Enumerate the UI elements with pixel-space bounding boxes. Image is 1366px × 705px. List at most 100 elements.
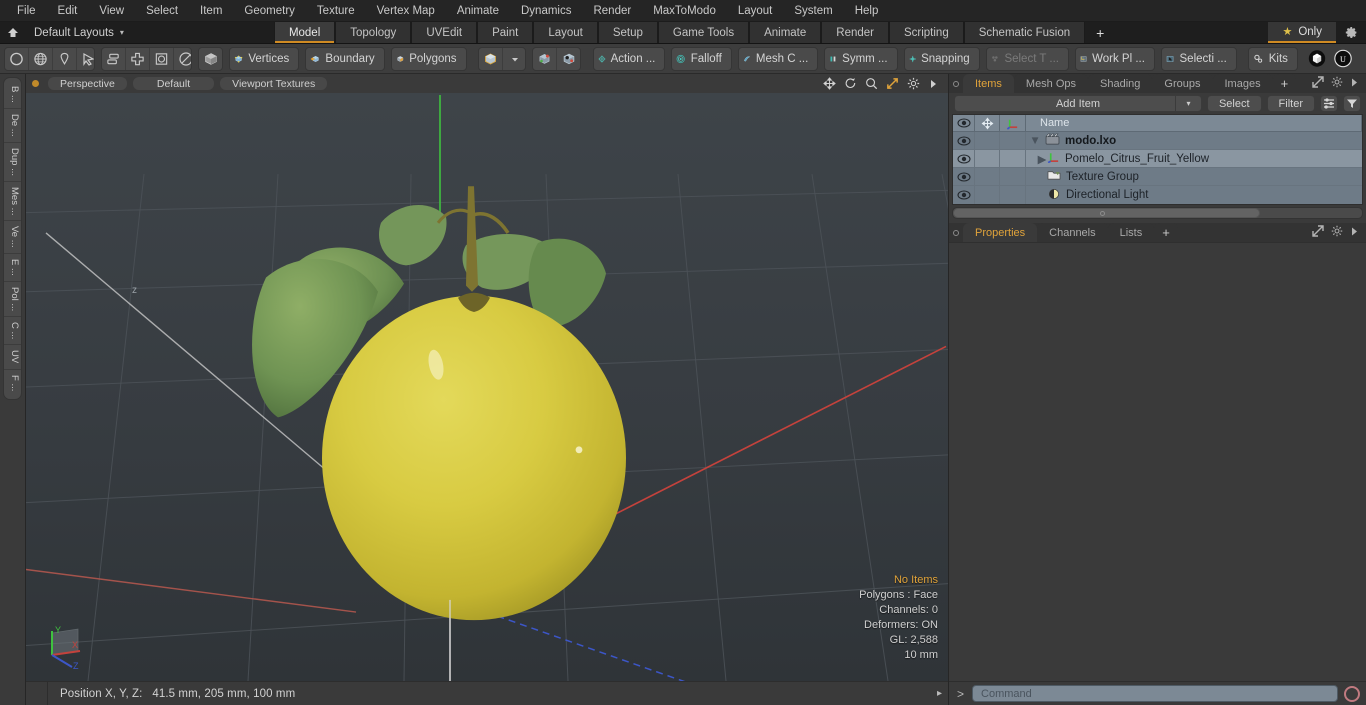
tab-animate[interactable]: Animate bbox=[749, 22, 822, 43]
globe-icon[interactable] bbox=[29, 47, 53, 70]
3d-viewport[interactable]: Y X Z z No Items Polygons : Face Channel… bbox=[26, 93, 948, 681]
chevron-right-icon[interactable] bbox=[1350, 226, 1359, 240]
menu-item-render[interactable]: Render bbox=[582, 0, 642, 22]
row-axis-cell[interactable] bbox=[1000, 150, 1026, 167]
cube-snap-b-icon[interactable] bbox=[557, 48, 581, 70]
expand-icon[interactable] bbox=[1312, 225, 1324, 240]
symmetry-button[interactable]: Symm ... bbox=[825, 48, 896, 70]
tab-groups[interactable]: Groups bbox=[1152, 74, 1213, 93]
add-layout-tab-button[interactable]: + bbox=[1085, 22, 1115, 43]
tab-setup[interactable]: Setup bbox=[597, 22, 658, 43]
default-layouts-dropdown[interactable]: Default Layouts ▾ bbox=[26, 22, 134, 43]
unity-cube-icon[interactable] bbox=[1304, 48, 1330, 70]
sidebar-tab-deform[interactable]: De ... bbox=[4, 109, 21, 143]
sidebar-tab-polygon[interactable]: Pol ... bbox=[4, 282, 21, 317]
row-lock-cell[interactable] bbox=[975, 168, 1000, 185]
funnel-icon[interactable] bbox=[1343, 95, 1361, 112]
tree-expander-icon[interactable]: ▼ bbox=[1029, 135, 1040, 147]
sidebar-tab-vertex[interactable]: Ve ... bbox=[4, 221, 21, 254]
properties-menu-dot[interactable] bbox=[949, 223, 963, 242]
table-row[interactable]: Texture Group bbox=[953, 168, 1362, 186]
work-plane-button[interactable]: Work Pl ... bbox=[1076, 48, 1154, 70]
expand-icon[interactable] bbox=[1312, 76, 1324, 91]
row-axis-cell[interactable] bbox=[1000, 186, 1026, 204]
row-name-cell[interactable]: Texture Group bbox=[1026, 168, 1362, 185]
tab-lists[interactable]: Lists bbox=[1107, 223, 1155, 242]
viewport-gear-icon[interactable] bbox=[907, 77, 920, 90]
mesh-constraint-button[interactable]: Mesh C ... bbox=[739, 48, 817, 70]
row-visibility-eye-icon[interactable] bbox=[953, 168, 975, 185]
sidebar-tab-uv[interactable]: UV bbox=[4, 345, 21, 370]
menu-item-help[interactable]: Help bbox=[844, 0, 890, 22]
square-circle-icon[interactable] bbox=[150, 47, 174, 70]
column-axis-icon[interactable] bbox=[1000, 115, 1026, 131]
gear-icon[interactable] bbox=[1331, 225, 1343, 240]
rotate-view-icon[interactable] bbox=[844, 77, 857, 90]
lasso-icon[interactable] bbox=[53, 47, 77, 70]
status-bar-expand-icon[interactable]: ▸ bbox=[937, 688, 948, 699]
select-through-button[interactable]: Select T ... bbox=[987, 48, 1068, 70]
tab-uvedit[interactable]: UVEdit bbox=[411, 22, 478, 43]
row-visibility-eye-icon[interactable] bbox=[953, 150, 975, 167]
polygons-mode-button[interactable]: Polygons bbox=[392, 48, 466, 70]
menu-item-animate[interactable]: Animate bbox=[446, 0, 510, 22]
table-row[interactable]: Directional Light bbox=[953, 186, 1362, 204]
panel-menu-dot[interactable] bbox=[949, 74, 963, 93]
viewport-view-mode-button[interactable]: Perspective bbox=[47, 76, 128, 91]
menu-item-layout[interactable]: Layout bbox=[727, 0, 784, 22]
tab-properties[interactable]: Properties bbox=[963, 223, 1038, 242]
sidebar-tab-curve[interactable]: C ... bbox=[4, 317, 21, 346]
tab-schematic-fusion[interactable]: Schematic Fusion bbox=[963, 22, 1086, 43]
zoom-view-icon[interactable] bbox=[865, 77, 878, 90]
row-axis-cell[interactable] bbox=[1000, 132, 1026, 149]
move-view-icon[interactable] bbox=[823, 77, 836, 90]
circle-icon[interactable] bbox=[5, 47, 29, 70]
chevron-right-icon[interactable] bbox=[928, 78, 938, 90]
tab-images[interactable]: Images bbox=[1212, 74, 1273, 93]
row-name-cell[interactable]: Directional Light bbox=[1026, 186, 1362, 204]
menu-item-file[interactable]: File bbox=[6, 0, 47, 22]
row-visibility-eye-icon[interactable] bbox=[953, 186, 975, 204]
gear-icon[interactable] bbox=[1336, 22, 1366, 43]
tab-scripting[interactable]: Scripting bbox=[888, 22, 964, 43]
row-lock-cell[interactable] bbox=[975, 150, 1000, 167]
tab-layout[interactable]: Layout bbox=[533, 22, 598, 43]
tab-game-tools[interactable]: Game Tools bbox=[657, 22, 750, 43]
menu-item-system[interactable]: System bbox=[783, 0, 843, 22]
table-row[interactable]: ▼ modo.lxo bbox=[953, 132, 1362, 150]
cross-icon[interactable] bbox=[126, 47, 150, 70]
table-row[interactable]: ▶ Pomelo_Citrus_Fruit_Yellow bbox=[953, 150, 1362, 168]
menu-item-view[interactable]: View bbox=[88, 0, 135, 22]
menu-item-edit[interactable]: Edit bbox=[47, 0, 89, 22]
home-icon[interactable] bbox=[0, 22, 26, 43]
boundary-mode-button[interactable]: Boundary bbox=[306, 48, 383, 70]
tab-shading[interactable]: Shading bbox=[1088, 74, 1153, 93]
viewport-menu-dot[interactable] bbox=[32, 80, 39, 87]
tree-expander-icon[interactable]: ▶ bbox=[1030, 152, 1047, 166]
chevron-down-icon[interactable] bbox=[503, 48, 525, 70]
cube-icon[interactable] bbox=[199, 48, 222, 70]
menu-item-geometry[interactable]: Geometry bbox=[233, 0, 306, 22]
list-options-icon[interactable] bbox=[1320, 95, 1338, 112]
gear-icon[interactable] bbox=[1331, 76, 1343, 91]
viewport-shading-preset-button[interactable]: Default bbox=[131, 76, 216, 91]
unreal-icon[interactable]: U bbox=[1330, 48, 1356, 70]
cube-snap-a-icon[interactable] bbox=[533, 47, 557, 70]
menu-item-select[interactable]: Select bbox=[135, 0, 189, 22]
items-select-button[interactable]: Select bbox=[1206, 95, 1262, 112]
column-visibility-eye-icon[interactable] bbox=[953, 115, 975, 131]
menu-item-texture[interactable]: Texture bbox=[306, 0, 366, 22]
row-lock-cell[interactable] bbox=[975, 132, 1000, 149]
vertices-mode-button[interactable]: Vertices bbox=[230, 48, 298, 70]
row-axis-cell[interactable] bbox=[1000, 168, 1026, 185]
row-visibility-eye-icon[interactable] bbox=[953, 132, 975, 149]
row-lock-cell[interactable] bbox=[975, 186, 1000, 204]
fit-view-icon[interactable] bbox=[886, 77, 899, 90]
sidebar-tab-basic[interactable]: B ... bbox=[4, 81, 21, 109]
paint-select-icon[interactable] bbox=[77, 48, 94, 70]
tab-model[interactable]: Model bbox=[273, 22, 336, 43]
menu-item-vertex-map[interactable]: Vertex Map bbox=[366, 0, 446, 22]
menu-item-item[interactable]: Item bbox=[189, 0, 233, 22]
tab-items[interactable]: Items bbox=[963, 74, 1014, 93]
sidebar-tab-edge[interactable]: E ... bbox=[4, 254, 21, 282]
